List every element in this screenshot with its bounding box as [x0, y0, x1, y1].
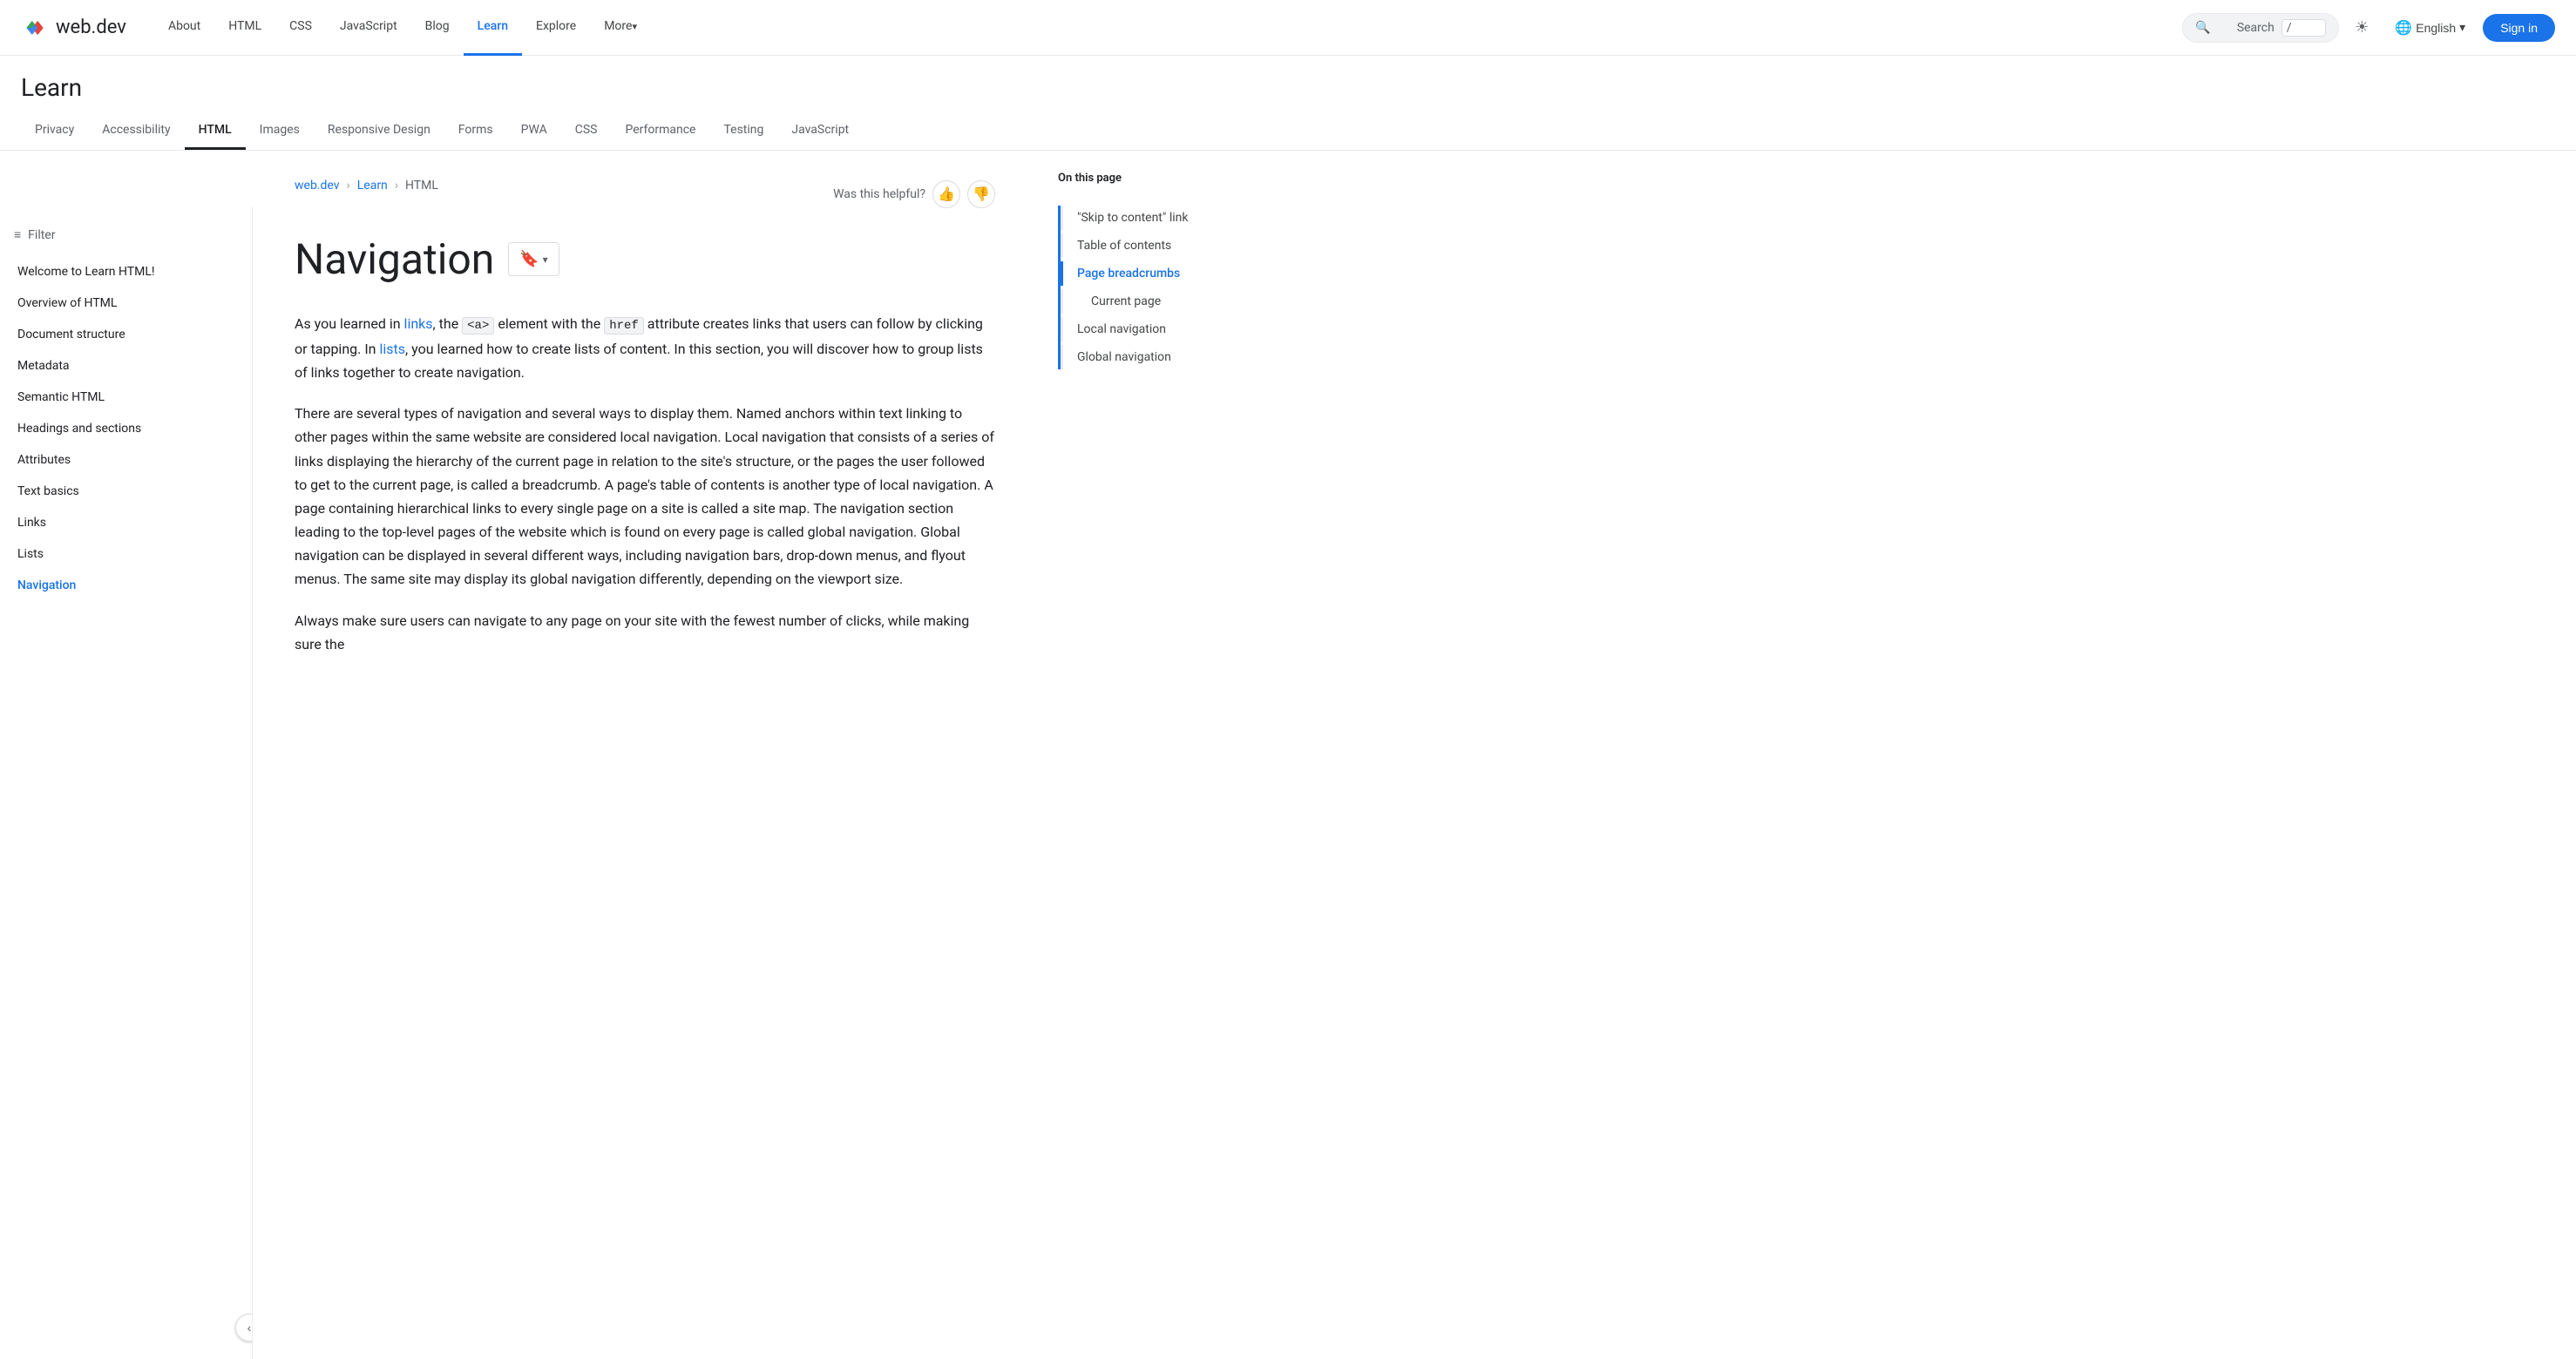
sidebar-item-navigation[interactable]: Navigation	[0, 570, 252, 601]
nav-css[interactable]: CSS	[275, 0, 326, 56]
sidebar-item-links[interactable]: Links	[0, 507, 252, 538]
toc-list: "Skip to content" link Table of contents…	[1058, 206, 1243, 369]
tab-pwa[interactable]: PWA	[507, 112, 561, 150]
thumbs-down-icon: 👎	[973, 186, 990, 203]
page-title: Navigation	[295, 234, 494, 284]
sidebar-item-document-structure[interactable]: Document structure	[0, 319, 252, 350]
links-link[interactable]: links	[404, 315, 433, 332]
learn-title: Learn	[21, 73, 2555, 112]
toc-current-page[interactable]: Current page	[1061, 289, 1243, 314]
right-sidebar-toc: On this page "Skip to content" link Tabl…	[1037, 151, 1264, 1303]
globe-icon: 🌐	[2395, 19, 2412, 37]
sidebar-item-headings[interactable]: Headings and sections	[0, 413, 252, 444]
breadcrumb-sep-1: ›	[347, 179, 350, 193]
breadcrumb: web.dev › Learn › HTML	[295, 179, 438, 193]
sign-in-button[interactable]: Sign in	[2483, 14, 2555, 42]
filter-label: Filter	[28, 228, 55, 242]
sidebar-item-overview[interactable]: Overview of HTML	[0, 287, 252, 319]
theme-toggle-button[interactable]: ☀	[2346, 12, 2377, 44]
helpful-text: Was this helpful?	[833, 187, 925, 201]
tab-forms[interactable]: Forms	[444, 112, 507, 150]
left-sidebar: ≡ Filter Welcome to Learn HTML! Overview…	[0, 206, 253, 1359]
thumbs-up-button[interactable]: 👍	[932, 180, 960, 208]
toc-global-navigation[interactable]: Global navigation	[1061, 345, 1243, 369]
helpful-row: Was this helpful? 👍 👎	[833, 180, 995, 208]
chevron-left-icon: ‹	[247, 1321, 252, 1335]
tab-performance[interactable]: Performance	[611, 112, 709, 150]
page-title-row: Navigation 🔖 ▾	[295, 234, 995, 284]
sidebar-item-semantic-html[interactable]: Semantic HTML	[0, 382, 252, 413]
breadcrumb-sep-2: ›	[395, 179, 398, 193]
nav-about[interactable]: About	[154, 0, 214, 56]
nav-learn[interactable]: Learn	[464, 0, 522, 56]
main-layout: ≡ Filter Welcome to Learn HTML! Overview…	[0, 151, 2576, 1303]
tab-privacy[interactable]: Privacy	[21, 112, 88, 150]
filter-row[interactable]: ≡ Filter	[0, 220, 252, 256]
search-icon: 🔍	[2195, 21, 2230, 35]
tab-html[interactable]: HTML	[185, 112, 246, 150]
thumbs-up-icon: 👍	[938, 186, 955, 203]
sidebar-collapse-button[interactable]: ‹	[235, 1314, 253, 1342]
top-navigation: web.dev About HTML CSS JavaScript Blog L…	[0, 0, 2576, 56]
tab-css[interactable]: CSS	[561, 112, 612, 150]
bookmark-chevron-icon: ▾	[543, 254, 548, 266]
filter-icon: ≡	[14, 227, 21, 242]
thumbs-down-button[interactable]: 👎	[967, 180, 995, 208]
logo-area[interactable]: web.dev	[21, 14, 126, 42]
lists-link[interactable]: lists	[379, 341, 405, 357]
logo-text: web.dev	[56, 17, 126, 38]
toc-table-of-contents[interactable]: Table of contents	[1061, 233, 1243, 258]
toc-local-navigation[interactable]: Local navigation	[1061, 317, 1243, 341]
breadcrumb-webdev[interactable]: web.dev	[295, 179, 340, 193]
content-area: web.dev › Learn › HTML Was this helpful?…	[253, 151, 1037, 1303]
sidebar-item-attributes[interactable]: Attributes	[0, 444, 252, 476]
tab-accessibility[interactable]: Accessibility	[88, 112, 184, 150]
sidebar-item-lists[interactable]: Lists	[0, 538, 252, 570]
toc-skip-to-content[interactable]: "Skip to content" link	[1061, 206, 1243, 230]
sun-icon: ☀	[2355, 18, 2369, 37]
tab-testing[interactable]: Testing	[709, 112, 777, 150]
nav-blog[interactable]: Blog	[411, 0, 464, 56]
chevron-down-icon: ▾	[2459, 20, 2465, 35]
nav-right: 🔍 Search / ☀ 🌐 English ▾ Sign in	[2182, 12, 2555, 44]
content-paragraph-2: There are several types of navigation an…	[295, 402, 995, 592]
bookmark-button[interactable]: 🔖 ▾	[508, 242, 559, 276]
nav-html[interactable]: HTML	[214, 0, 275, 56]
a-tag-code: <a>	[462, 317, 494, 335]
sidebar-item-text-basics[interactable]: Text basics	[0, 476, 252, 507]
breadcrumb-learn[interactable]: Learn	[357, 179, 388, 193]
category-tabs: Privacy Accessibility HTML Images Respon…	[0, 112, 2576, 151]
tab-images[interactable]: Images	[246, 112, 314, 150]
search-placeholder: Search	[2237, 21, 2274, 35]
tab-javascript[interactable]: JavaScript	[777, 112, 863, 150]
href-attr-code: href	[604, 317, 644, 335]
sidebar-item-welcome[interactable]: Welcome to Learn HTML!	[0, 256, 252, 287]
breadcrumb-current: HTML	[405, 179, 438, 193]
nav-javascript[interactable]: JavaScript	[326, 0, 411, 56]
language-button[interactable]: 🌐 English ▾	[2384, 14, 2476, 42]
toc-page-breadcrumbs[interactable]: Page breadcrumbs	[1061, 261, 1243, 286]
sidebar-item-metadata[interactable]: Metadata	[0, 350, 252, 382]
tab-responsive-design[interactable]: Responsive Design	[314, 112, 444, 150]
nav-explore[interactable]: Explore	[522, 0, 590, 56]
nav-more[interactable]: More	[590, 0, 651, 56]
language-label: English	[2416, 21, 2456, 35]
search-shortcut: /	[2281, 19, 2327, 37]
bookmark-icon: 🔖	[519, 250, 539, 268]
content-paragraph-1: As you learned in links, the <a> element…	[295, 312, 995, 384]
nav-links: About HTML CSS JavaScript Blog Learn Exp…	[154, 0, 2182, 56]
toc-title: On this page	[1058, 172, 1243, 192]
logo-icon	[21, 14, 49, 42]
content-paragraph-3: Always make sure users can navigate to a…	[295, 609, 995, 656]
search-box[interactable]: 🔍 Search /	[2182, 13, 2339, 43]
learn-header: Learn	[0, 56, 2576, 112]
